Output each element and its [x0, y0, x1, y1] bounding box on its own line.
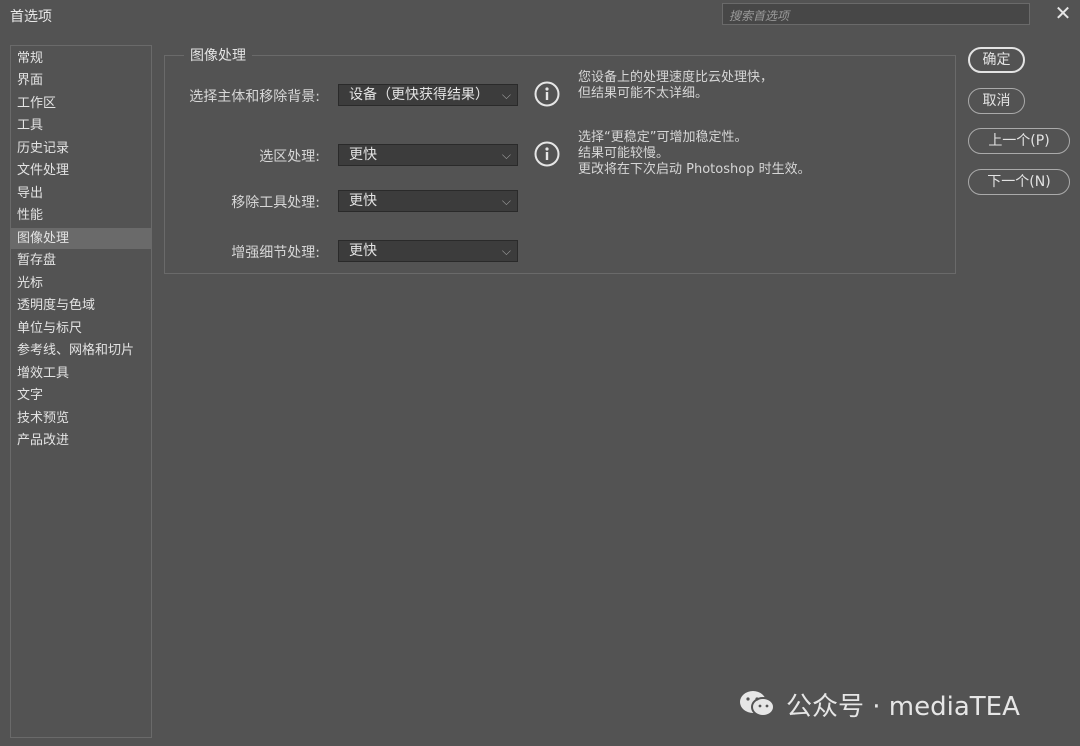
sidebar-item-transparency[interactable]: 透明度与色域	[11, 295, 151, 316]
info-line: 更改将在下次启动 Photoshop 时生效。	[578, 162, 811, 177]
sidebar-item-product-improvement[interactable]: 产品改进	[11, 430, 151, 451]
remove-tool-dropdown[interactable]: 更快 ⌵	[338, 190, 518, 212]
sidebar: 常规 界面 工作区 工具 历史记录 文件处理 导出 性能 图像处理 暂存盘 光标…	[10, 45, 152, 738]
sidebar-item-type[interactable]: 文字	[11, 385, 151, 406]
wechat-icon	[740, 691, 775, 717]
sidebar-item-scratch-disks[interactable]: 暂存盘	[11, 250, 151, 271]
info-icon	[534, 141, 560, 167]
cancel-button[interactable]: 取消	[968, 88, 1025, 114]
next-button[interactable]: 下一个(N)	[968, 169, 1070, 195]
sidebar-item-tech-previews[interactable]: 技术预览	[11, 408, 151, 429]
watermark: 公众号 · mediaTEA	[738, 684, 1020, 724]
selection-processing-dropdown[interactable]: 更快 ⌵	[338, 144, 518, 166]
enhance-detail-dropdown[interactable]: 更快 ⌵	[338, 240, 518, 262]
sidebar-item-plugins[interactable]: 增效工具	[11, 363, 151, 384]
sidebar-item-file-handling[interactable]: 文件处理	[11, 160, 151, 181]
chevron-down-icon: ⌵	[501, 244, 511, 258]
previous-button[interactable]: 上一个(P)	[968, 128, 1070, 154]
watermark-text: 公众号 · mediaTEA	[786, 691, 1020, 722]
remove-tool-value: 更快	[349, 193, 377, 209]
sidebar-item-interface[interactable]: 界面	[11, 70, 151, 91]
sidebar-item-tools[interactable]: 工具	[11, 115, 151, 136]
selection-processing-value: 更快	[349, 147, 377, 163]
info-line: 选择“更稳定”可增加稳定性。	[578, 130, 748, 145]
chevron-down-icon: ⌵	[501, 148, 511, 162]
ok-button[interactable]: 确定	[968, 47, 1025, 73]
selection-processing-label: 选区处理:	[259, 149, 320, 165]
info-text-1: 您设备上的处理速度比云处理快， 但结果可能不太详细。	[578, 70, 773, 102]
info-line: 结果可能较慢。	[578, 146, 670, 161]
info-text-2: 选择“更稳定”可增加稳定性。 结果可能较慢。 更改将在下次启动 Photosho…	[578, 130, 811, 178]
info-line: 但结果可能不太详细。	[578, 86, 709, 101]
select-subject-label: 选择主体和移除背景:	[189, 89, 320, 105]
sidebar-item-workspace[interactable]: 工作区	[11, 93, 151, 114]
info-icon	[534, 81, 560, 107]
select-subject-dropdown[interactable]: 设备（更快获得结果） ⌵	[338, 84, 518, 106]
close-icon[interactable]: ✕	[1052, 2, 1074, 24]
sidebar-item-history[interactable]: 历史记录	[11, 138, 151, 159]
remove-tool-label: 移除工具处理:	[231, 195, 320, 211]
sidebar-item-units[interactable]: 单位与标尺	[11, 318, 151, 339]
sidebar-item-image-processing[interactable]: 图像处理	[11, 228, 151, 249]
sidebar-item-export[interactable]: 导出	[11, 183, 151, 204]
sidebar-item-guides[interactable]: 参考线、网格和切片	[11, 340, 151, 361]
chevron-down-icon: ⌵	[501, 88, 511, 102]
select-subject-value: 设备（更快获得结果）	[349, 87, 489, 103]
sidebar-item-cursors[interactable]: 光标	[11, 273, 151, 294]
window-title: 首选项	[10, 9, 52, 25]
group-title: 图像处理	[184, 45, 252, 65]
enhance-detail-value: 更快	[349, 243, 377, 259]
info-line: 您设备上的处理速度比云处理快，	[578, 70, 774, 85]
title-bar: 首选项 搜索首选项 ✕	[0, 0, 1080, 30]
sidebar-item-performance[interactable]: 性能	[11, 205, 151, 226]
chevron-down-icon: ⌵	[501, 194, 511, 208]
sidebar-item-general[interactable]: 常规	[11, 48, 151, 69]
enhance-detail-label: 增强细节处理:	[231, 245, 320, 261]
search-input[interactable]: 搜索首选项	[722, 3, 1030, 25]
